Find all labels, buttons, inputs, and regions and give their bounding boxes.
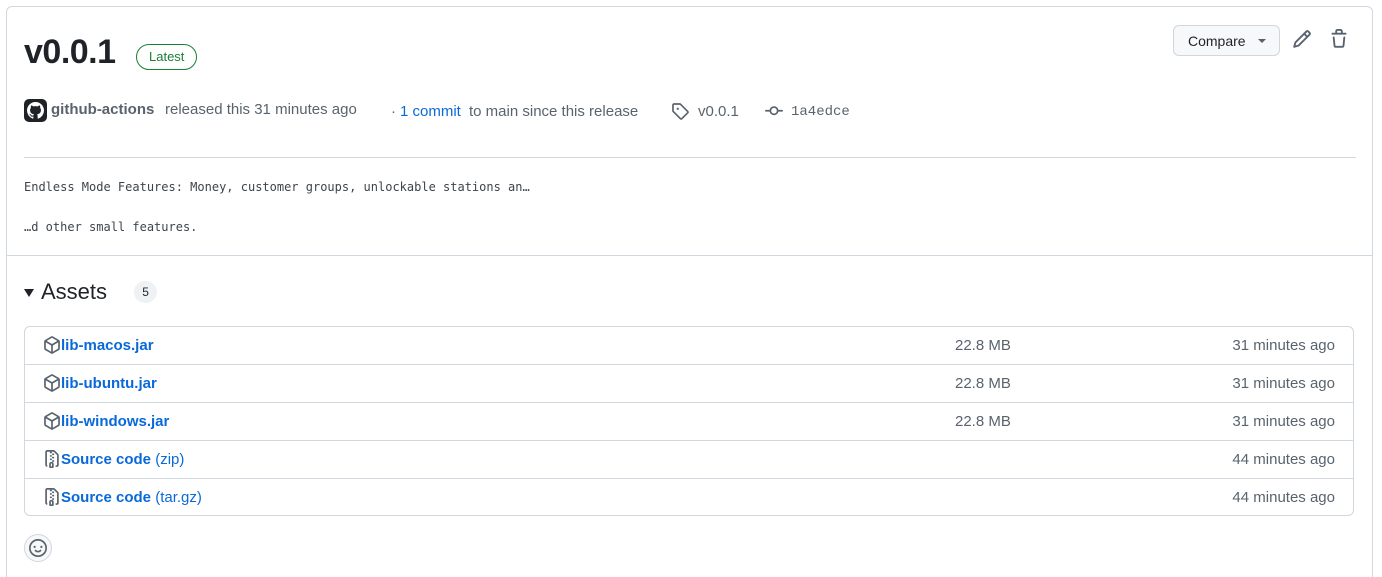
section-divider [7,255,1372,256]
asset-time: 31 minutes ago [1232,375,1335,392]
release-header: v0.0.1 Latest Compare github-actions rel… [7,7,1372,158]
asset-time: 44 minutes ago [1232,451,1335,468]
latest-badge: Latest [136,44,198,70]
notes-line-2: …d other small features. [24,220,198,234]
asset-link[interactable]: Source code (tar.gz) [61,479,202,515]
package-icon [43,374,61,392]
package-icon [43,336,61,354]
package-icon [43,412,61,430]
git-commit-icon [765,102,783,127]
asset-row: Source code (tar.gz) 44 minutes ago [25,478,1353,515]
header-divider [24,157,1356,158]
asset-row: lib-ubuntu.jar 22.8 MB 31 minutes ago [25,364,1353,402]
asset-row: Source code (zip) 44 minutes ago [25,440,1353,478]
commit-sha-link[interactable]: 1a4edce [791,101,850,123]
tag-link[interactable]: v0.0.1 [698,101,739,123]
commit-dot: · [391,103,396,120]
commit-count-link[interactable]: 1 commit [400,101,461,123]
commit-suffix-text: to main since this release [469,103,639,120]
assets-title[interactable]: Assets [41,279,107,305]
notes-line-1: Endless Mode Features: Money, customer g… [24,180,530,194]
asset-link[interactable]: Source code (zip) [61,441,184,478]
asset-time: 44 minutes ago [1232,489,1335,506]
github-logo-icon [27,102,44,119]
avatar[interactable] [24,99,47,122]
chevron-down-icon [1258,39,1266,43]
assets-header[interactable]: Assets 5 [24,277,158,307]
asset-size: 22.8 MB [955,337,1011,354]
asset-row: lib-macos.jar 22.8 MB 31 minutes ago [25,327,1353,364]
author-link[interactable]: github-actions [51,99,154,121]
pencil-icon[interactable] [1292,29,1312,49]
compare-label: Compare [1188,32,1246,49]
asset-link[interactable]: lib-macos.jar [61,327,154,364]
asset-link[interactable]: lib-windows.jar [61,403,169,440]
tag-icon [671,102,689,127]
disclosure-triangle-icon[interactable] [24,289,34,297]
asset-link[interactable]: lib-ubuntu.jar [61,365,157,402]
release-card: v0.0.1 Latest Compare github-actions rel… [6,6,1373,577]
release-title[interactable]: v0.0.1 [24,33,116,72]
file-zip-icon [43,488,61,506]
asset-row: lib-windows.jar 22.8 MB 31 minutes ago [25,402,1353,440]
assets-count-badge: 5 [134,281,158,303]
asset-time: 31 minutes ago [1232,337,1335,354]
asset-time: 31 minutes ago [1232,413,1335,430]
trash-icon[interactable] [1329,29,1349,49]
smiley-icon [29,539,47,557]
release-notes: Endless Mode Features: Money, customer g… [24,177,530,237]
assets-list: lib-macos.jar 22.8 MB 31 minutes ago lib… [24,326,1354,516]
asset-size: 22.8 MB [955,413,1011,430]
released-text: released this 31 minutes ago [165,101,357,118]
compare-button[interactable]: Compare [1173,25,1280,56]
add-reaction-button[interactable] [24,534,52,562]
asset-size: 22.8 MB [955,375,1011,392]
file-zip-icon [43,450,61,468]
